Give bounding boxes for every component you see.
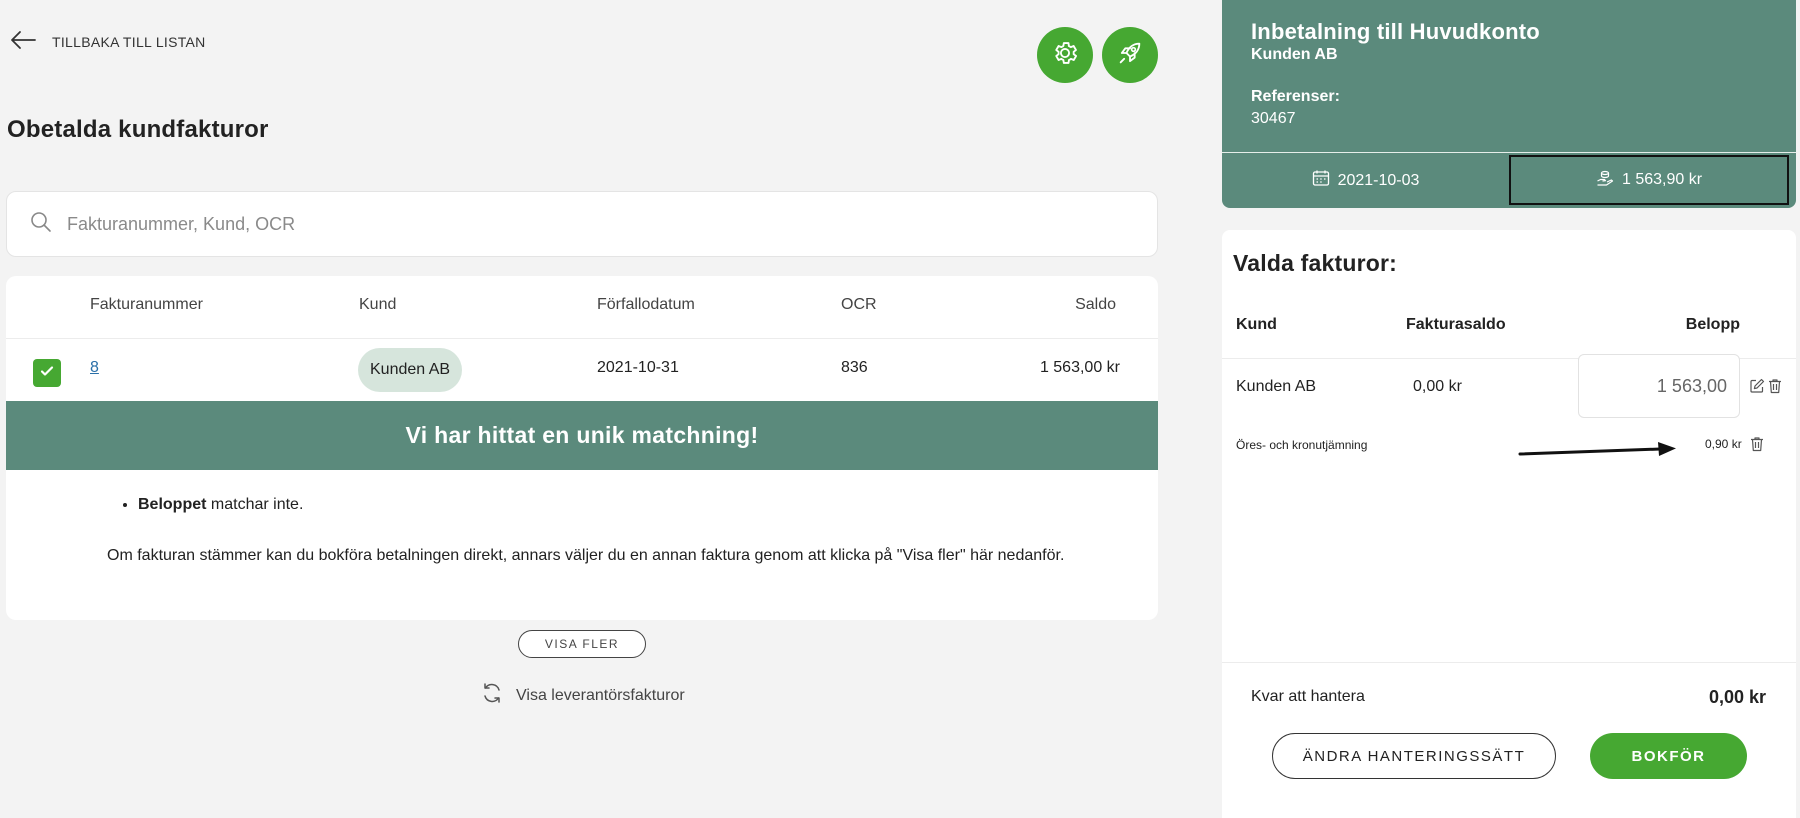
search-icon: [29, 210, 53, 239]
trash-icon[interactable]: [1767, 378, 1783, 399]
trash-icon[interactable]: [1749, 436, 1765, 457]
selected-header-customer: Kund: [1236, 316, 1277, 333]
header-ocr[interactable]: OCR: [841, 296, 877, 314]
header-due-date[interactable]: Förfallodatum: [597, 296, 695, 314]
selected-invoice-balance: 0,00 kr: [1413, 378, 1462, 395]
page-title: Obetalda kundfakturor: [7, 116, 269, 143]
payment-amount-value: 1 563,90 kr: [1621, 171, 1703, 188]
launch-button[interactable]: [1102, 27, 1158, 83]
match-banner: Vi har hittat en unik matchning!: [6, 401, 1158, 470]
match-bullet-text: matchar inte.: [206, 496, 304, 513]
payment-summary-bar: 2021-10-03 1 563,90 kr: [1222, 152, 1796, 208]
payment-date: 2021-10-03: [1222, 153, 1509, 208]
back-to-list-link[interactable]: TILLBAKA TILL LISTAN: [10, 30, 206, 53]
back-label: TILLBAKA TILL LISTAN: [52, 33, 206, 50]
refresh-icon: [480, 681, 504, 710]
remaining-label: Kvar att hantera: [1251, 688, 1365, 705]
search-bar[interactable]: [6, 191, 1158, 257]
payment-amount[interactable]: 1 563,90 kr: [1509, 155, 1789, 205]
references-label: Referenser:: [1251, 88, 1340, 105]
header-customer[interactable]: Kund: [359, 296, 396, 314]
row-checkbox[interactable]: [33, 359, 61, 387]
check-icon: [40, 364, 54, 383]
selected-invoices-card: Valda fakturor: Kund Fakturasaldo Belopp…: [1222, 230, 1796, 818]
payment-title: Inbetalning till Huvudkonto: [1251, 19, 1540, 44]
match-bullet-bold: Beloppet: [138, 496, 207, 513]
table-header: Fakturanummer Kund Förfallodatum OCR Sal…: [6, 276, 1158, 339]
show-supplier-label: Visa leverantörsfakturor: [516, 686, 685, 704]
change-handling-button[interactable]: ÄNDRA HANTERINGSSÄTT: [1272, 733, 1556, 779]
show-more-button[interactable]: VISA FLER: [518, 630, 646, 658]
customer-chip: Kunden AB: [358, 348, 463, 392]
search-input[interactable]: [67, 213, 967, 235]
edit-icon[interactable]: [1749, 378, 1765, 399]
money-hand-icon: [1596, 169, 1614, 192]
rocket-icon: [1116, 39, 1144, 72]
book-button[interactable]: BOKFÖR: [1590, 733, 1747, 779]
customer-name: Kunden AB: [370, 361, 451, 378]
payment-customer: Kunden AB: [1251, 46, 1338, 63]
due-date-cell: 2021-10-31: [597, 359, 679, 376]
selected-invoices-title: Valda fakturor:: [1233, 250, 1398, 276]
reference-value: 30467: [1251, 110, 1296, 127]
amount-input[interactable]: [1578, 354, 1740, 418]
settings-button[interactable]: [1037, 27, 1093, 83]
show-supplier-invoices-link[interactable]: Visa leverantörsfakturor: [480, 681, 685, 710]
selected-header-invoice-balance: Fakturasaldo: [1406, 316, 1506, 333]
ocr-cell: 836: [841, 359, 868, 376]
selected-customer: Kunden AB: [1236, 378, 1317, 395]
calendar-icon: [1312, 169, 1330, 192]
table-row[interactable]: 8 Kunden AB 2021-10-31 836 1 563,00 kr: [6, 339, 1158, 401]
rounding-amount: 0,90 kr: [1705, 437, 1742, 451]
arrow-annotation-icon: [1518, 442, 1676, 456]
match-bullet: Beloppet matchar inte.: [138, 496, 303, 514]
header-balance[interactable]: Saldo: [1075, 296, 1116, 314]
match-description: Om fakturan stämmer kan du bokföra betal…: [107, 547, 1065, 564]
payment-date-value: 2021-10-03: [1337, 171, 1420, 189]
header-invoice-number[interactable]: Fakturanummer: [90, 296, 203, 314]
rounding-label: Öres- och kronutjämning: [1236, 438, 1368, 452]
balance-cell: 1 563,00 kr: [1039, 359, 1120, 376]
gear-icon: [1051, 39, 1079, 72]
invoice-number-link[interactable]: 8: [90, 359, 99, 377]
remaining-value: 0,00 kr: [1708, 687, 1766, 707]
selected-header-amount: Belopp: [1685, 316, 1740, 333]
divider: [1222, 662, 1796, 663]
selected-table-header: Kund Fakturasaldo Belopp: [1222, 302, 1796, 359]
arrow-left-icon: [10, 30, 36, 53]
payment-card: Inbetalning till Huvudkonto Kunden AB Re…: [1222, 0, 1796, 208]
invoice-table: Fakturanummer Kund Förfallodatum OCR Sal…: [6, 276, 1158, 620]
